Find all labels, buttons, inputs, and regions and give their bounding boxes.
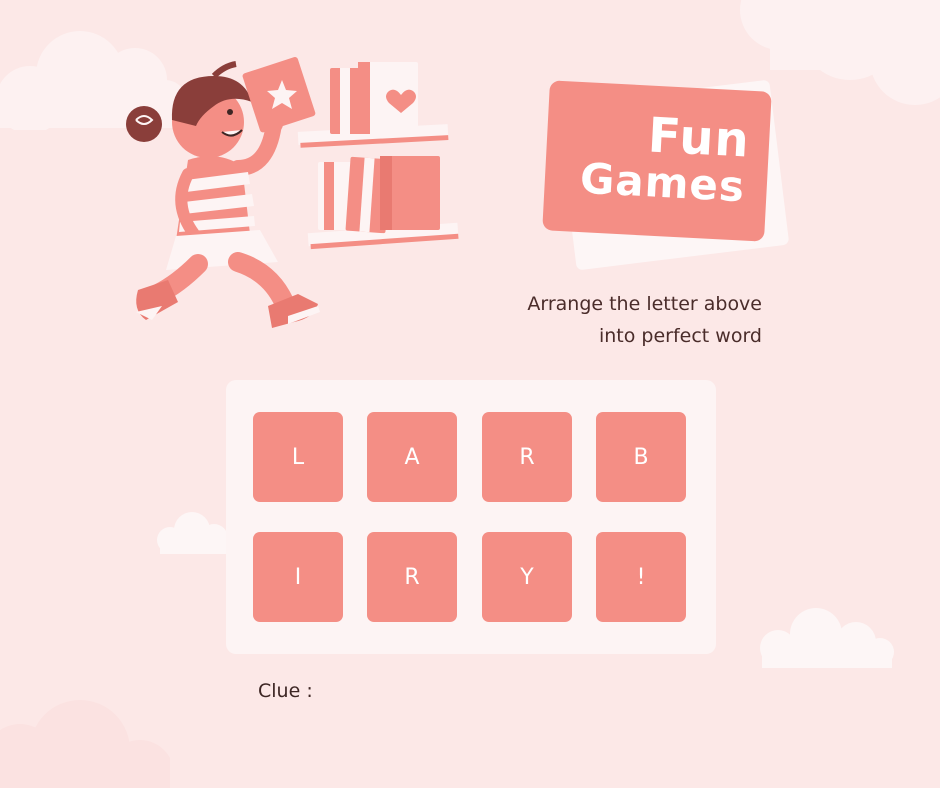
letter-tile[interactable]: ! bbox=[596, 532, 686, 622]
letter-tile[interactable]: L bbox=[253, 412, 343, 502]
letter-tile[interactable]: I bbox=[253, 532, 343, 622]
letter-tile[interactable]: R bbox=[482, 412, 572, 502]
letter-tile[interactable]: B bbox=[596, 412, 686, 502]
letter-tile[interactable]: R bbox=[367, 532, 457, 622]
cloud-decoration-left bbox=[157, 512, 228, 554]
cloud-decoration-right bbox=[760, 608, 894, 668]
clue-label: Clue : bbox=[258, 680, 313, 702]
page-title-line2: Games bbox=[578, 153, 747, 212]
cloud-decoration-bottom-left bbox=[0, 700, 170, 788]
letter-tile[interactable]: Y bbox=[482, 532, 572, 622]
letter-tile[interactable]: A bbox=[367, 412, 457, 502]
girl-with-books-illustration bbox=[126, 57, 459, 328]
instruction-text: Arrange the letter above into perfect wo… bbox=[527, 288, 762, 352]
instruction-line2: into perfect word bbox=[598, 325, 762, 347]
instruction-line1: Arrange the letter above bbox=[527, 293, 762, 315]
